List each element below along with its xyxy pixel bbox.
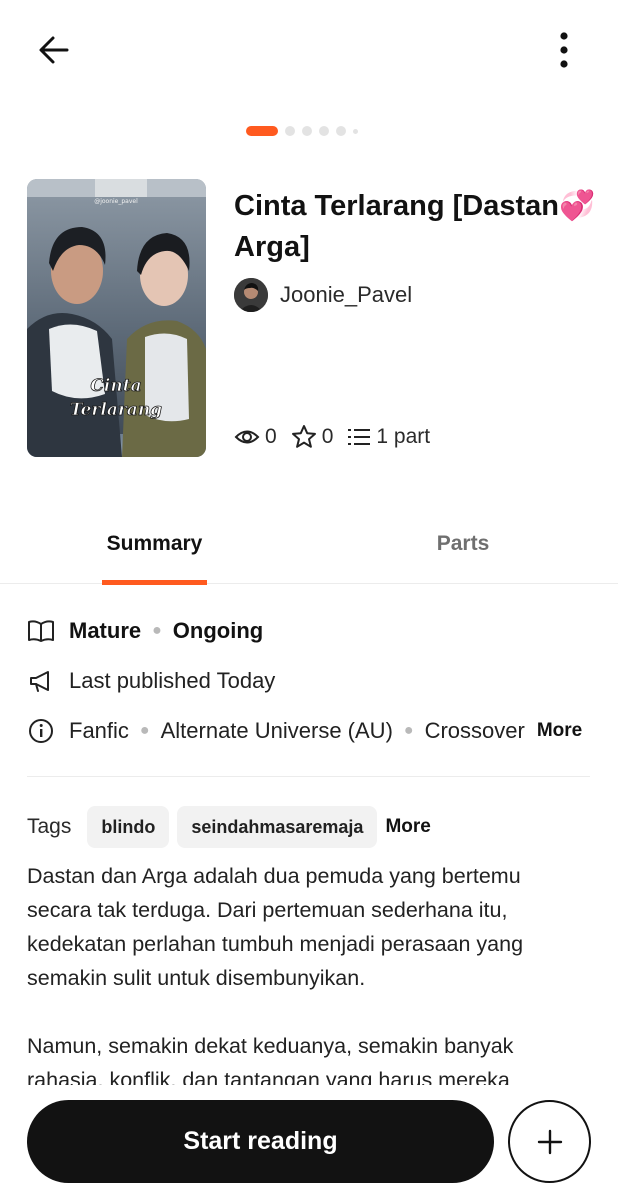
reads-stat: 0 — [234, 425, 277, 449]
start-reading-button[interactable]: Start reading — [27, 1100, 494, 1183]
top-bar — [0, 0, 618, 100]
book-open-icon — [27, 617, 55, 645]
votes-count: 0 — [321, 425, 334, 448]
cover-watermark: @joonie_pavel — [94, 198, 138, 205]
carousel-dot[interactable] — [319, 126, 329, 136]
category-item[interactable]: Fanfic — [69, 718, 129, 744]
list-icon — [348, 429, 371, 445]
tag-chip[interactable]: seindahmasaremaja — [177, 806, 378, 848]
more-options-button[interactable] — [540, 26, 588, 74]
back-button[interactable] — [30, 26, 78, 74]
rating-label: Mature — [69, 618, 142, 643]
published-row: Last published Today — [27, 664, 275, 698]
separator-dot: ● — [403, 722, 414, 739]
tags-more-link[interactable]: More — [385, 816, 430, 838]
megaphone-icon — [27, 667, 55, 695]
carousel-dot[interactable] — [302, 126, 312, 136]
parts-stat: 1 part — [347, 425, 430, 449]
eye-icon — [234, 430, 260, 444]
add-to-library-button[interactable] — [508, 1100, 591, 1183]
tag-chip[interactable]: blindo — [87, 806, 170, 848]
reads-count: 0 — [265, 425, 277, 448]
cover-title-line1: Cinta — [90, 376, 141, 396]
parts-count: 1 part — [376, 425, 431, 448]
author-name: Joonie_Pavel — [280, 282, 413, 307]
section-divider — [27, 776, 590, 777]
categories-row: Fanfic ● Alternate Universe (AU) ● Cross… — [27, 714, 582, 748]
info-icon — [27, 717, 55, 745]
kebab-menu-icon — [560, 32, 568, 68]
active-tab-indicator — [102, 580, 207, 585]
published-label: Last published Today — [69, 668, 276, 693]
status-label: Ongoing — [172, 618, 264, 643]
plus-icon — [537, 1129, 562, 1154]
carousel-dot[interactable] — [336, 126, 346, 136]
description-paragraph: Dastan dan Arga adalah dua pemuda yang b… — [27, 864, 524, 990]
category-item[interactable]: Alternate Universe (AU) — [161, 718, 393, 744]
story-title: Cinta Terlarang [Dastan💞 Arga] — [234, 190, 596, 263]
story-description: Dastan dan Arga adalah dua pemuda yang b… — [27, 859, 587, 1085]
tags-row: Tags blindo seindahmasaremaja More — [27, 806, 431, 848]
star-icon — [291, 425, 316, 448]
carousel-dot[interactable] — [285, 126, 295, 136]
story-stats: 0 0 1 part — [234, 422, 444, 452]
tab-parts[interactable]: Parts — [410, 510, 516, 584]
separator-dot: ● — [139, 722, 150, 739]
tab-summary-label: Summary — [106, 532, 203, 555]
cover-title-line2: Terlarang — [70, 400, 162, 420]
categories-more-link[interactable]: More — [537, 720, 582, 742]
votes-stat: 0 — [291, 424, 334, 450]
separator-dot: ● — [152, 622, 162, 639]
arrow-left-icon — [39, 36, 69, 64]
tab-bar: Summary Parts — [0, 510, 618, 585]
tags-label: Tags — [27, 815, 72, 838]
carousel-dot-active[interactable] — [246, 126, 278, 136]
description-paragraph: Namun, semakin dekat keduanya, semakin b… — [27, 1034, 514, 1085]
tab-parts-label: Parts — [436, 532, 490, 555]
carousel-dot[interactable] — [353, 128, 358, 134]
bottom-action-bar: Start reading — [0, 1085, 618, 1200]
tab-summary[interactable]: Summary — [102, 510, 207, 585]
carousel-indicator — [246, 124, 358, 138]
book-cover[interactable]: @joonie_pavel Cinta Terlarang — [27, 179, 206, 457]
author-link[interactable]: Joonie_Pavel — [234, 277, 412, 313]
category-item[interactable]: Crossover — [425, 718, 525, 744]
rating-status-row: Mature ● Ongoing — [27, 614, 263, 648]
avatar — [234, 278, 268, 312]
